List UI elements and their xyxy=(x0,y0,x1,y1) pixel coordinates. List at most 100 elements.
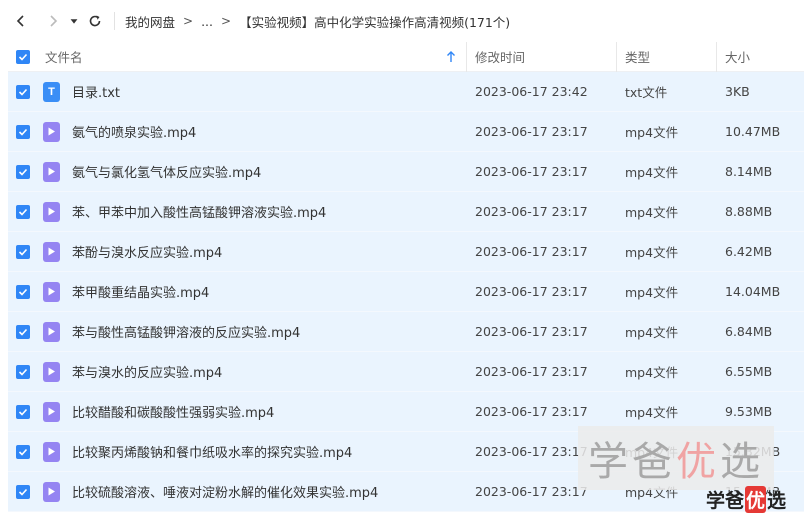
file-name[interactable]: 苯酚与溴水反应实验.mp4 xyxy=(72,242,222,261)
row-checkbox[interactable] xyxy=(16,84,30,99)
watermark-text: 优 xyxy=(676,439,720,485)
file-size: 14.04MB xyxy=(725,283,781,299)
text-file-icon-letter: T xyxy=(48,85,55,98)
row-checkbox[interactable] xyxy=(16,204,30,219)
back-button[interactable] xyxy=(10,10,32,32)
file-name-cell[interactable]: 氨气的喷泉实验.mp4 xyxy=(35,121,467,142)
file-modified-time: 2023-06-17 23:17 xyxy=(475,483,588,499)
breadcrumb-ellipsis[interactable]: ... xyxy=(201,14,213,29)
file-name[interactable]: 比较醋酸和碳酸酸性强弱实验.mp4 xyxy=(72,402,274,421)
file-name[interactable]: 苯甲酸重结晶实验.mp4 xyxy=(72,282,209,301)
file-name[interactable]: 苯、甲苯中加入酸性高锰酸钾溶液实验.mp4 xyxy=(72,202,326,221)
row-select-cell xyxy=(8,484,35,499)
breadcrumb-separator: > xyxy=(221,14,232,28)
file-name-cell[interactable]: 苯酚与溴水反应实验.mp4 xyxy=(35,241,467,262)
breadcrumb-root[interactable]: 我的网盘 xyxy=(125,12,175,31)
file-time-cell: 2023-06-17 23:17 xyxy=(467,244,617,260)
file-name[interactable]: 氨气与氯化氢气体反应实验.mp4 xyxy=(72,162,261,181)
column-header-size[interactable]: 大小 xyxy=(717,47,804,66)
file-row[interactable]: 苯与溴水的反应实验.mp4 2023-06-17 23:17 mp4文件 6.5… xyxy=(8,352,804,392)
row-checkbox[interactable] xyxy=(16,484,30,499)
file-row[interactable]: 苯甲酸重结晶实验.mp4 2023-06-17 23:17 mp4文件 14.0… xyxy=(8,272,804,312)
file-size-cell: 6.55MB xyxy=(717,364,804,380)
row-checkbox[interactable] xyxy=(16,284,30,299)
video-file-icon xyxy=(43,441,60,462)
file-type: mp4文件 xyxy=(625,405,679,420)
file-name[interactable]: 苯与酸性高锰酸钾溶液的反应实验.mp4 xyxy=(72,322,300,341)
file-type-cell: mp4文件 xyxy=(617,202,717,221)
file-name[interactable]: 比较聚丙烯酸钠和餐巾纸吸水率的探究实验.mp4 xyxy=(72,442,352,461)
file-row[interactable]: 氨气与氯化氢气体反应实验.mp4 2023-06-17 23:17 mp4文件 … xyxy=(8,152,804,192)
row-checkbox[interactable] xyxy=(16,164,30,179)
play-icon xyxy=(48,487,55,496)
video-file-icon xyxy=(43,121,60,142)
file-size-cell: 8.88MB xyxy=(717,204,804,220)
navigation-bar: 我的网盘 > ... > 【实验视频】高中化学实验操作高清视频(171个) xyxy=(0,0,804,42)
file-row[interactable]: 苯与酸性高锰酸钾溶液的反应实验.mp4 2023-06-17 23:17 mp4… xyxy=(8,312,804,352)
file-time-cell: 2023-06-17 23:17 xyxy=(467,364,617,380)
video-file-icon xyxy=(43,321,60,342)
forward-button[interactable] xyxy=(42,10,64,32)
sort-ascending-icon[interactable] xyxy=(446,50,456,67)
column-header-name-label: 文件名 xyxy=(45,50,83,65)
row-checkbox[interactable] xyxy=(16,244,30,259)
file-row[interactable]: 苯、甲苯中加入酸性高锰酸钾溶液实验.mp4 2023-06-17 23:17 m… xyxy=(8,192,804,232)
row-checkbox[interactable] xyxy=(16,124,30,139)
file-size-cell: 8.14MB xyxy=(717,164,804,180)
file-modified-time: 2023-06-17 23:17 xyxy=(475,123,588,139)
watermark-text: 学爸 xyxy=(706,490,745,512)
file-name-cell[interactable]: 比较聚丙烯酸钠和餐巾纸吸水率的探究实验.mp4 xyxy=(35,441,467,462)
row-checkbox[interactable] xyxy=(16,404,30,419)
file-type: mp4文件 xyxy=(625,285,679,300)
file-time-cell: 2023-06-17 23:17 xyxy=(467,164,617,180)
file-time-cell: 2023-06-17 23:17 xyxy=(467,204,617,220)
file-name-cell[interactable]: 苯、甲苯中加入酸性高锰酸钾溶液实验.mp4 xyxy=(35,201,467,222)
file-name-cell[interactable]: 比较醋酸和碳酸酸性强弱实验.mp4 xyxy=(35,401,467,422)
file-type: mp4文件 xyxy=(625,125,679,140)
file-name-cell[interactable]: 苯与酸性高锰酸钾溶液的反应实验.mp4 xyxy=(35,321,467,342)
refresh-button[interactable] xyxy=(84,10,106,32)
file-row[interactable]: T 目录.txt 2023-06-17 23:42 txt文件 3KB xyxy=(8,72,804,112)
file-size: 10.47MB xyxy=(725,123,781,139)
file-name-cell[interactable]: 苯甲酸重结晶实验.mp4 xyxy=(35,281,467,302)
file-list-header: 文件名 修改时间 类型 大小 xyxy=(8,41,804,72)
file-modified-time: 2023-06-17 23:17 xyxy=(475,323,588,339)
file-name[interactable]: 苯与溴水的反应实验.mp4 xyxy=(72,362,222,381)
check-icon xyxy=(18,128,28,136)
file-name-cell[interactable]: 氨气与氯化氢气体反应实验.mp4 xyxy=(35,161,467,182)
refresh-icon xyxy=(89,15,101,27)
file-type-cell: mp4文件 xyxy=(617,282,717,301)
file-type: mp4文件 xyxy=(625,365,679,380)
file-row[interactable]: 苯酚与溴水反应实验.mp4 2023-06-17 23:17 mp4文件 6.4… xyxy=(8,232,804,272)
file-name[interactable]: 目录.txt xyxy=(72,82,120,101)
column-header-time[interactable]: 修改时间 xyxy=(467,41,617,72)
check-icon xyxy=(18,368,28,376)
row-select-cell xyxy=(8,284,35,299)
file-name-cell[interactable]: 比较硫酸溶液、唾液对淀粉水解的催化效果实验.mp4 xyxy=(35,481,467,502)
row-checkbox[interactable] xyxy=(16,364,30,379)
column-header-name[interactable]: 文件名 xyxy=(35,41,467,72)
file-name[interactable]: 氨气的喷泉实验.mp4 xyxy=(72,122,196,141)
column-header-type[interactable]: 类型 xyxy=(617,41,717,72)
row-checkbox[interactable] xyxy=(16,324,30,339)
select-all-checkbox[interactable] xyxy=(16,49,30,64)
video-file-icon xyxy=(43,241,60,262)
check-icon xyxy=(18,248,28,256)
file-type: mp4文件 xyxy=(625,165,679,180)
play-icon xyxy=(48,207,55,216)
file-type-cell: mp4文件 xyxy=(617,322,717,341)
file-name-cell[interactable]: T 目录.txt xyxy=(35,81,467,102)
file-name-cell[interactable]: 苯与溴水的反应实验.mp4 xyxy=(35,361,467,382)
file-type: mp4文件 xyxy=(625,325,679,340)
history-dropdown[interactable] xyxy=(68,10,80,32)
check-icon xyxy=(18,53,28,61)
video-file-icon xyxy=(43,281,60,302)
file-row[interactable]: 氨气的喷泉实验.mp4 2023-06-17 23:17 mp4文件 10.47… xyxy=(8,112,804,152)
file-name[interactable]: 比较硫酸溶液、唾液对淀粉水解的催化效果实验.mp4 xyxy=(72,482,378,501)
file-type-cell: mp4文件 xyxy=(617,402,717,421)
watermark-logo-small: 学爸 优 选 xyxy=(706,486,786,513)
row-checkbox[interactable] xyxy=(16,444,30,459)
watermark-text: 选 xyxy=(720,439,764,485)
row-select-cell xyxy=(8,124,35,139)
check-icon xyxy=(18,328,28,336)
